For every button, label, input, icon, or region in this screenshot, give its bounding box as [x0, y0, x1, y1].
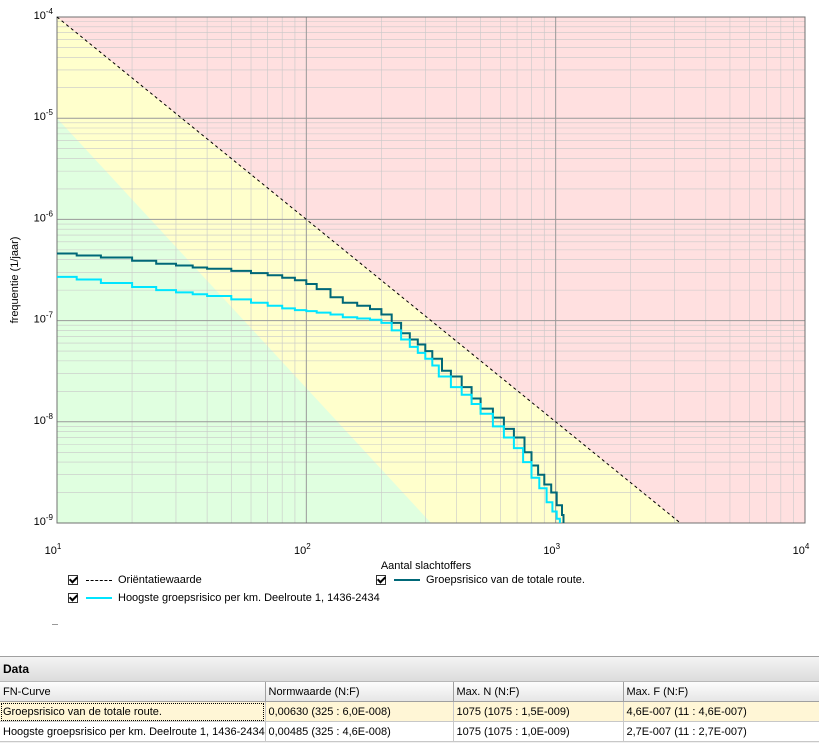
legend-label-orientatiewaarde: Oriëntatiewaarde [118, 574, 202, 586]
column-header-max-n[interactable]: Max. N (N:F) [453, 682, 624, 702]
table-cell[interactable]: 0,00485 (325 : 4,6E-008) [265, 721, 454, 742]
legend-label-hoogste-groepsrisico: Hoogste groepsrisico per km. Deelroute 1… [118, 592, 380, 604]
table-cell[interactable]: 4,6E-007 (11 : 4,6E-007) [623, 701, 819, 722]
y-tick-label: 10-9 [34, 513, 54, 528]
legend-swatch-teal [394, 579, 420, 581]
table-cell[interactable]: 1075 (1075 : 1,5E-009) [453, 701, 624, 722]
legend-item-orientatiewaarde[interactable]: Oriëntatiewaarde [68, 574, 202, 586]
data-panel: Data FN-Curve Normwaarde (N:F) Max. N (N… [0, 656, 819, 743]
table-row[interactable]: Groepsrisico van de totale route. 0,0063… [0, 701, 819, 722]
legend-item-totale-route[interactable]: Groepsrisico van de totale route. [376, 574, 585, 586]
x-axis-label: Aantal slachtoffers [381, 560, 472, 570]
x-tick-label: 102 [294, 542, 311, 557]
data-panel-title: Data [0, 657, 819, 682]
y-tick-label: 10-6 [34, 209, 54, 224]
column-header-normwaarde[interactable]: Normwaarde (N:F) [265, 682, 454, 702]
table-cell[interactable]: 2,7E-007 (11 : 2,7E-007) [623, 721, 819, 742]
legend-swatch-cyan [86, 597, 112, 599]
legend-swatch-dashed [86, 579, 112, 581]
x-tick-label: 104 [793, 542, 810, 557]
legend-label-totale-route: Groepsrisico van de totale route. [426, 574, 585, 586]
legend-checkbox-orientatiewaarde[interactable] [68, 575, 78, 585]
table-cell[interactable]: Hoogste groepsrisico per km. Deelroute 1… [0, 721, 266, 742]
divider-mark [52, 624, 58, 625]
column-header-max-f[interactable]: Max. F (N:F) [623, 682, 819, 702]
fn-chart-plot: 10-4 10-5 10-6 10-7 10-8 10-9 101 102 103 104 Aant… [9, 7, 810, 570]
table-cell[interactable]: 0,00630 (325 : 6,0E-008) [265, 701, 454, 722]
y-tick-label: 10-7 [34, 311, 54, 326]
table-cell[interactable]: Groepsrisico van de totale route. [0, 701, 266, 722]
x-tick-label: 101 [45, 542, 62, 557]
data-table: FN-Curve Normwaarde (N:F) Max. N (N:F) M… [0, 682, 819, 742]
table-cell[interactable]: 1075 (1075 : 1,0E-009) [453, 721, 624, 742]
legend-item-hoogste-groepsrisico[interactable]: Hoogste groepsrisico per km. Deelroute 1… [68, 592, 380, 604]
y-tick-label: 10-4 [34, 7, 54, 22]
fn-chart: 10-4 10-5 10-6 10-7 10-8 10-9 101 102 103 104 Aant… [0, 0, 819, 655]
x-tick-label: 103 [543, 542, 560, 557]
column-header-fn-curve[interactable]: FN-Curve [0, 682, 266, 702]
y-tick-label: 10-8 [34, 412, 54, 427]
y-axis-label: frequentie (1/jaar) [9, 237, 21, 324]
table-row[interactable]: Hoogste groepsrisico per km. Deelroute 1… [0, 721, 819, 742]
legend-checkbox-totale-route[interactable] [376, 575, 386, 585]
legend-checkbox-hoogste-groepsrisico[interactable] [68, 593, 78, 603]
y-tick-label: 10-5 [34, 108, 54, 123]
